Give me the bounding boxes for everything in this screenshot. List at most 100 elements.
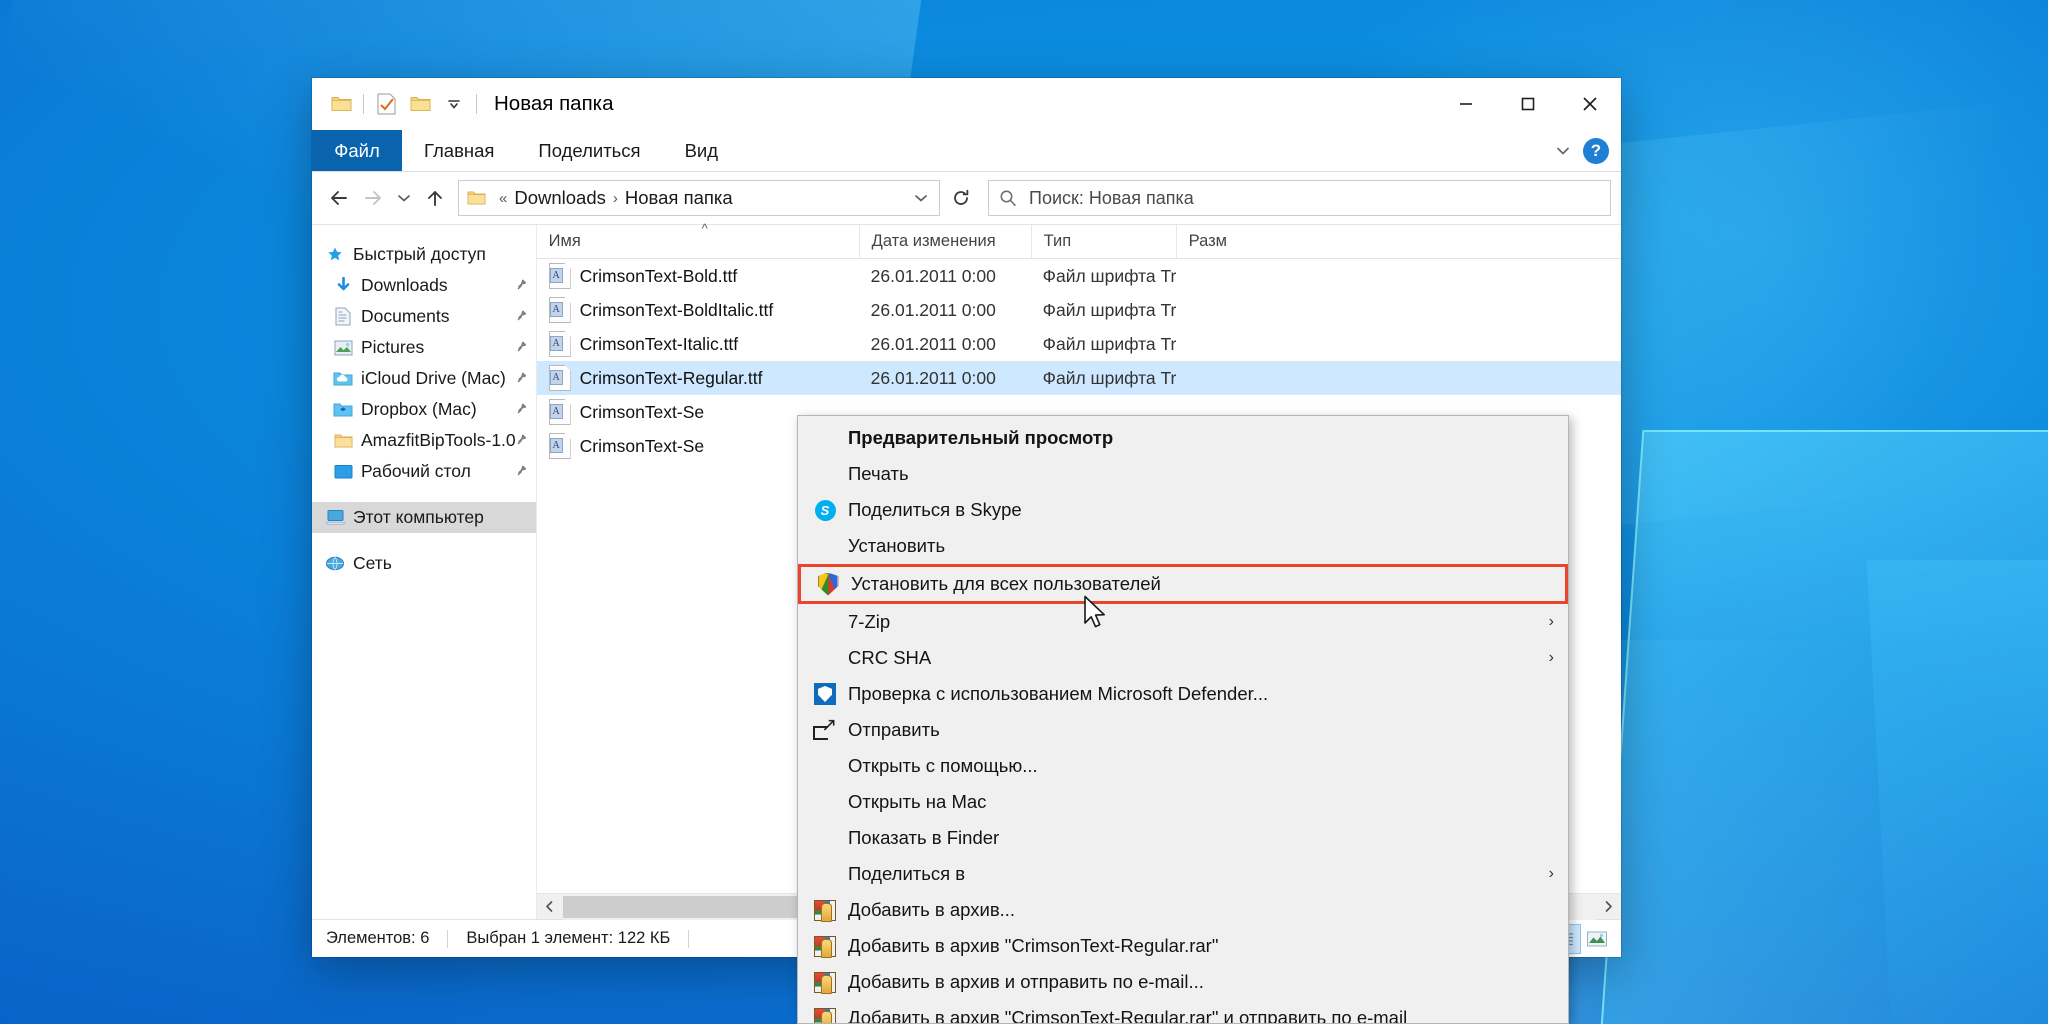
minimize-button[interactable] xyxy=(1435,78,1497,130)
back-button[interactable] xyxy=(322,181,356,215)
sidebar-item-documents[interactable]: Documents xyxy=(312,301,536,332)
context-menu[interactable]: Предварительный просмотр Печать S Подели… xyxy=(797,415,1569,1024)
help-button[interactable]: ? xyxy=(1583,137,1609,164)
column-header-name[interactable]: Имя xyxy=(537,225,859,258)
new-folder-icon[interactable] xyxy=(403,87,437,121)
tab-file[interactable]: Файл xyxy=(312,130,402,171)
table-row[interactable]: A CrimsonText-Regular.ttf 26.01.2011 0:0… xyxy=(536,361,1621,395)
menu-item-install-for-all-users[interactable]: Установить для всех пользователей xyxy=(798,564,1568,604)
thumbnails-view-icon[interactable] xyxy=(1581,924,1613,954)
sidebar-item-pictures[interactable]: Pictures xyxy=(312,332,536,363)
column-header-date[interactable]: Дата изменения xyxy=(858,225,1031,258)
file-name-cell[interactable]: A CrimsonText-Bold.ttf xyxy=(537,263,859,289)
table-row[interactable]: A CrimsonText-BoldItalic.ttf 26.01.2011 … xyxy=(537,293,1621,327)
sidebar-label: Dropbox (Mac) xyxy=(361,399,477,419)
menu-item-open-with[interactable]: Открыть с помощью... xyxy=(798,748,1568,784)
tab-share[interactable]: Поделиться xyxy=(516,130,662,171)
menu-item-crc-sha[interactable]: CRC SHA › xyxy=(798,640,1568,676)
ttf-file-icon: A xyxy=(548,399,571,425)
tab-home[interactable]: Главная xyxy=(402,130,516,171)
column-header-size[interactable]: Разм xyxy=(1175,225,1621,258)
menu-item-add-to-named-archive[interactable]: Добавить в архив "CrimsonText-Regular.ra… xyxy=(798,928,1568,964)
menu-item-open-on-mac[interactable]: Открыть на Mac xyxy=(798,784,1568,820)
menu-item-label: Добавить в архив "CrimsonText-Regular.ra… xyxy=(848,1007,1408,1024)
folder-icon[interactable] xyxy=(324,87,358,121)
breadcrumb-downloads[interactable]: Downloads xyxy=(514,187,606,209)
ribbon-tab-bar[interactable]: Файл Главная Поделиться Вид ? xyxy=(312,130,1621,172)
sidebar-item-quick-access[interactable]: Быстрый доступ xyxy=(312,239,536,270)
menu-item-defender-scan[interactable]: Проверка с использованием Microsoft Defe… xyxy=(798,676,1568,712)
forward-button[interactable] xyxy=(356,181,390,215)
refresh-button[interactable] xyxy=(940,180,982,216)
file-name-cell[interactable]: A CrimsonText-Italic.ttf xyxy=(537,331,859,357)
menu-item-send-to[interactable]: ↗ Отправить xyxy=(798,712,1568,748)
folder-icon xyxy=(467,190,486,206)
properties-icon[interactable] xyxy=(369,87,403,121)
address-breadcrumb-bar[interactable]: « Downloads › Новая папка xyxy=(458,180,940,216)
search-icon xyxy=(999,189,1017,207)
menu-item-add-to-archive-and-email[interactable]: Добавить в архив и отправить по e-mail..… xyxy=(798,964,1568,1000)
menu-item-add-to-named-archive-and-email[interactable]: Добавить в архив "CrimsonText-Regular.ra… xyxy=(798,1000,1568,1024)
pin-icon[interactable] xyxy=(516,368,530,389)
pin-icon[interactable] xyxy=(516,275,530,296)
menu-item-share-to[interactable]: Поделиться в › xyxy=(798,856,1568,892)
window-controls[interactable] xyxy=(1435,78,1621,130)
menu-item-label: Поделиться в Skype xyxy=(848,499,1022,520)
menu-item-add-to-archive[interactable]: Добавить в архив... xyxy=(798,892,1568,928)
chevron-right-icon[interactable] xyxy=(1595,894,1621,920)
customize-qat-chevron-icon[interactable] xyxy=(437,87,471,121)
menu-item-share-skype[interactable]: S Поделиться в Skype xyxy=(798,492,1568,528)
sidebar-item-icloud-drive[interactable]: iCloud Drive (Mac) xyxy=(312,363,536,394)
title-bar[interactable]: Новая папка xyxy=(312,78,1621,130)
search-input[interactable]: Поиск: Новая папка xyxy=(988,180,1611,216)
menu-item-install[interactable]: Установить xyxy=(798,528,1568,564)
column-header-type[interactable]: Тип xyxy=(1030,225,1176,258)
table-row[interactable]: A CrimsonText-Bold.ttf 26.01.2011 0:00 Ф… xyxy=(537,259,1621,293)
sidebar-item-desktop[interactable]: Рабочий стол xyxy=(312,456,536,487)
menu-item-print[interactable]: Печать xyxy=(798,456,1568,492)
breadcrumb-current-folder[interactable]: Новая папка xyxy=(625,187,733,209)
ttf-file-icon: A xyxy=(548,365,571,391)
maximize-button[interactable] xyxy=(1497,78,1559,130)
pin-icon[interactable] xyxy=(516,430,530,451)
winrar-icon xyxy=(812,898,838,922)
table-row[interactable]: A CrimsonText-Italic.ttf 26.01.2011 0:00… xyxy=(537,327,1621,361)
pin-icon[interactable] xyxy=(516,461,530,482)
chevron-down-icon[interactable] xyxy=(907,191,935,205)
menu-item-preview[interactable]: Предварительный просмотр xyxy=(798,420,1568,456)
recent-locations-button[interactable] xyxy=(390,181,418,215)
pin-icon[interactable] xyxy=(516,306,530,327)
sidebar-item-this-pc[interactable]: Этот компьютер xyxy=(312,502,536,533)
menu-item-7zip[interactable]: 7-Zip › xyxy=(798,604,1568,640)
sidebar-item-dropbox[interactable]: Dropbox (Mac) xyxy=(312,394,536,425)
folder-icon xyxy=(332,433,354,449)
navigation-sidebar[interactable]: Быстрый доступ Downloads Documents Pictu… xyxy=(312,225,537,919)
sidebar-label: Рабочий стол xyxy=(361,461,471,481)
sidebar-label: Downloads xyxy=(361,275,448,295)
quick-access-toolbar[interactable] xyxy=(324,87,482,121)
sidebar-item-amazfitbiptools[interactable]: AmazfitBipTools-1.0 xyxy=(312,425,536,456)
chevron-down-icon[interactable] xyxy=(1545,133,1581,169)
sidebar-item-downloads[interactable]: Downloads xyxy=(312,270,536,301)
ribbon-right-controls[interactable]: ? xyxy=(1545,130,1621,171)
close-button[interactable] xyxy=(1559,78,1621,130)
chevron-left-icon[interactable] xyxy=(537,894,563,920)
menu-item-show-in-finder[interactable]: Показать в Finder xyxy=(798,820,1568,856)
menu-item-label: Печать xyxy=(848,463,909,484)
address-bar-row[interactable]: « Downloads › Новая папка Поиск: Новая п… xyxy=(312,172,1621,224)
file-name-cell[interactable]: A CrimsonText-Regular.ttf xyxy=(537,365,859,391)
file-name-cell[interactable]: A CrimsonText-BoldItalic.ttf xyxy=(537,297,859,323)
menu-item-label: Установить для всех пользователей xyxy=(851,573,1161,594)
sidebar-label: Этот компьютер xyxy=(353,507,484,527)
sort-ascending-icon: ^ xyxy=(701,221,708,236)
up-button[interactable] xyxy=(418,181,452,215)
tab-view[interactable]: Вид xyxy=(663,130,740,171)
column-headers[interactable]: Имя Дата изменения Тип Разм ^ xyxy=(536,221,1621,259)
sidebar-item-network[interactable]: Сеть xyxy=(312,548,536,579)
pin-icon[interactable] xyxy=(516,399,530,420)
pin-icon[interactable] xyxy=(516,337,530,358)
qat-divider-2 xyxy=(476,94,477,114)
file-date-cell: 26.01.2011 0:00 xyxy=(870,333,996,354)
this-pc-icon xyxy=(324,509,346,526)
